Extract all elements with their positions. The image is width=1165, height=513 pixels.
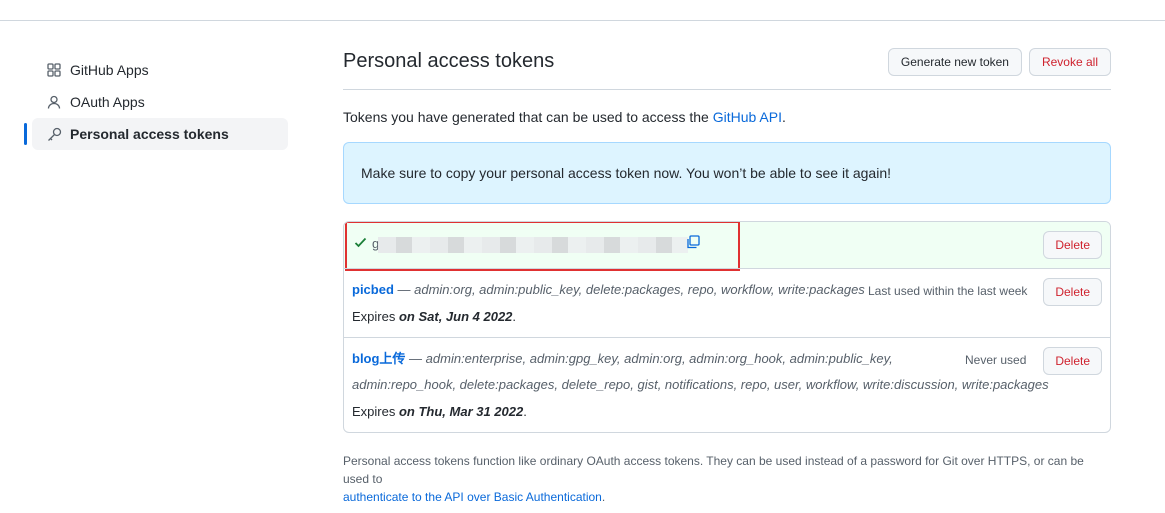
delete-token-button[interactable]: Delete [1043,347,1102,375]
expires-label: Expires [352,404,399,419]
last-used-text: Never used [965,353,1027,367]
expires-text: Expires on Thu, Mar 31 2022. [352,404,527,419]
intro-body: Tokens you have generated that can be us… [343,109,713,125]
page-header: Personal access tokens Generate new toke… [343,47,1111,90]
sidebar-item-oauth-apps[interactable]: OAuth Apps [32,86,288,118]
main-content: Personal access tokens Generate new toke… [343,47,1111,506]
expires-date: on Sat, Jun 4 2022 [398,309,513,324]
page-title: Personal access tokens [343,50,555,72]
intro-suffix: . [781,109,786,125]
token-scopes: — admin:org, admin:public_key, delete:pa… [393,282,865,297]
token-description: blog上传 — admin:enterprise, admin:gpg_key… [352,346,1049,398]
sidebar-item-label: Personal access tokens [70,126,229,142]
token-description: picbed — admin:org, admin:public_key, de… [352,277,865,303]
token-scopes-continued: admin:repo_hook, delete:packages, delete… [352,377,1049,392]
top-divider [0,20,1165,21]
footer-note: Personal access tokens function like ord… [343,452,1111,506]
token-name-link[interactable]: picbed [352,282,394,297]
key-icon [46,126,62,142]
sidebar-item-label: OAuth Apps [70,94,145,110]
expires-text: Expires on Sat, Jun 4 2022. [352,309,517,324]
flash-text: Make sure to copy your personal access t… [361,165,891,181]
sidebar-item-personal-access-tokens[interactable]: Personal access tokens [24,118,288,150]
highlight-box [345,222,740,271]
token-list: g Delete picbed — admin:org, admin:publi… [343,221,1111,433]
github-api-link[interactable]: GitHub API [713,109,782,125]
expires-date: on Thu, Mar 31 2022 [398,404,524,419]
token-row: blog上传 — admin:enterprise, admin:gpg_key… [344,337,1110,432]
apps-icon [46,62,62,78]
footer-text: Personal access tokens function like ord… [343,454,1084,486]
settings-sidebar: GitHub Apps OAuth Apps Personal access t… [24,54,288,150]
delete-new-token-button[interactable]: Delete [1043,231,1102,259]
footer-suffix: . [601,490,606,504]
sidebar-item-label: GitHub Apps [70,62,149,78]
intro-text: Tokens you have generated that can be us… [343,109,1111,125]
token-name-link[interactable]: blog上传 [352,351,405,366]
generate-new-token-button[interactable]: Generate new token [887,47,1022,76]
token-scopes: — admin:enterprise, admin:gpg_key, admin… [405,351,893,366]
person-icon [46,94,62,110]
new-token-row: g Delete [344,222,1110,271]
expires-label: Expires [352,309,399,324]
token-row: picbed — admin:org, admin:public_key, de… [344,268,1110,337]
copy-warning-flash: Make sure to copy your personal access t… [343,142,1111,204]
sidebar-item-github-apps[interactable]: GitHub Apps [32,54,288,86]
basic-auth-link[interactable]: authenticate to the API over Basic Authe… [343,490,602,504]
delete-token-button[interactable]: Delete [1043,278,1102,306]
revoke-all-button[interactable]: Revoke all [1028,47,1111,76]
last-used-text: Last used within the last week [868,284,1028,298]
